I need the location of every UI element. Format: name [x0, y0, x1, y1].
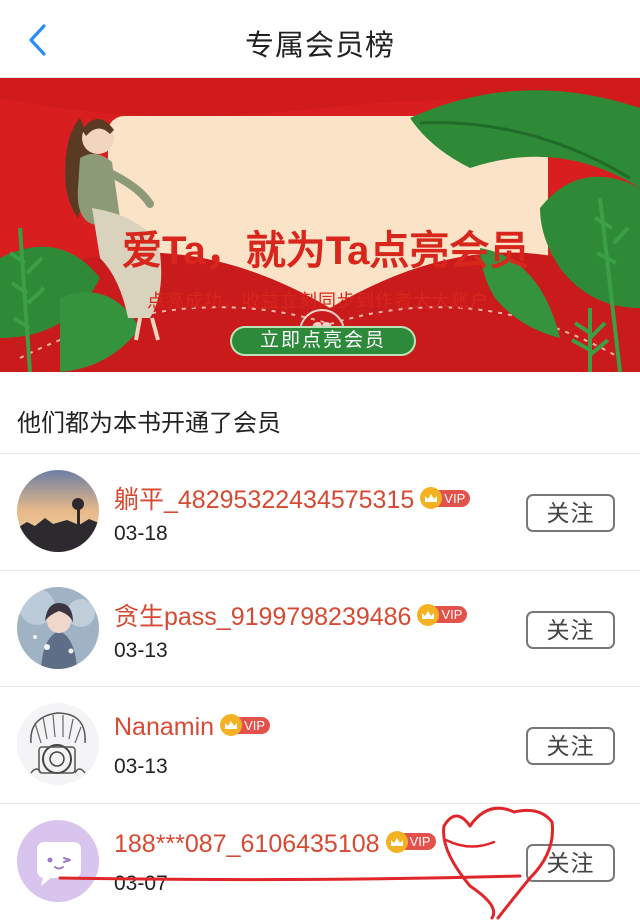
vip-badge: VIP — [420, 487, 471, 510]
follow-button[interactable]: 关注 — [526, 727, 615, 765]
banner-headline: 爱Ta，就为Ta点亮会员 — [122, 229, 530, 273]
member-name-text: 躺平_48295322434575315 — [114, 486, 415, 514]
follow-button[interactable]: 关注 — [526, 843, 615, 882]
avatar[interactable] — [17, 819, 99, 902]
member-name-text: Nanamin — [114, 713, 215, 741]
member-name[interactable]: 躺平_48295322434575315 VIP — [114, 480, 471, 516]
light-up-membership-button[interactable]: 立即点亮会员 — [230, 326, 416, 356]
sunset-avatar-image — [17, 470, 99, 552]
member-date: 03-13 — [114, 638, 168, 662]
member-name[interactable]: Nanamin VIP — [114, 713, 271, 742]
list-item[interactable]: 躺平_48295322434575315 VIP 03-18 关注 — [0, 453, 640, 570]
crown-icon — [385, 830, 408, 853]
member-date: 03-07 — [114, 871, 168, 895]
header-bar: 专属会员榜 — [0, 0, 640, 78]
member-name[interactable]: 贪生pass_9199798239486 VIP — [114, 597, 468, 633]
banner-subtitle: 点亮成功，收益立刻同步到作者大大账户 — [147, 291, 489, 311]
member-name-text: 188***087_6106435108 — [114, 829, 380, 858]
section-title: 他们都为本书开通了会员 — [17, 410, 281, 437]
vip-badge: VIP — [220, 714, 271, 737]
avatar[interactable] — [17, 703, 99, 785]
sketch-avatar-image — [17, 703, 99, 785]
default-chat-avatar-image — [17, 819, 99, 902]
list-item[interactable]: 188***087_6106435108 VIP 03-07 关注 — [0, 802, 640, 920]
member-list: 躺平_48295322434575315 VIP 03-18 关注 贪生pass_… — [0, 453, 640, 919]
vip-badge: VIP — [417, 603, 468, 626]
avatar[interactable] — [17, 470, 99, 552]
list-item[interactable]: 贪生pass_9199798239486 VIP 03-13 关注 — [0, 569, 640, 687]
portrait-avatar-image — [17, 586, 99, 669]
avatar[interactable] — [17, 586, 99, 669]
member-date: 03-18 — [114, 522, 168, 545]
follow-button[interactable]: 关注 — [526, 610, 615, 649]
page-title: 专属会员榜 — [244, 30, 395, 62]
follow-button[interactable]: 关注 — [526, 494, 615, 532]
promo-banner[interactable]: 爱Ta，就为Ta点亮会员 点亮成功，收益立刻同步到作者大大账户 立即点亮会员 — [0, 78, 640, 372]
member-name[interactable]: 188***087_6106435108 VIP — [114, 830, 436, 859]
list-item[interactable]: Nanamin VIP 03-13 关注 — [0, 686, 640, 803]
member-name-text: 贪生pass_9199798239486 — [114, 602, 412, 631]
vip-badge: VIP — [385, 830, 436, 853]
member-date: 03-13 — [114, 755, 168, 778]
